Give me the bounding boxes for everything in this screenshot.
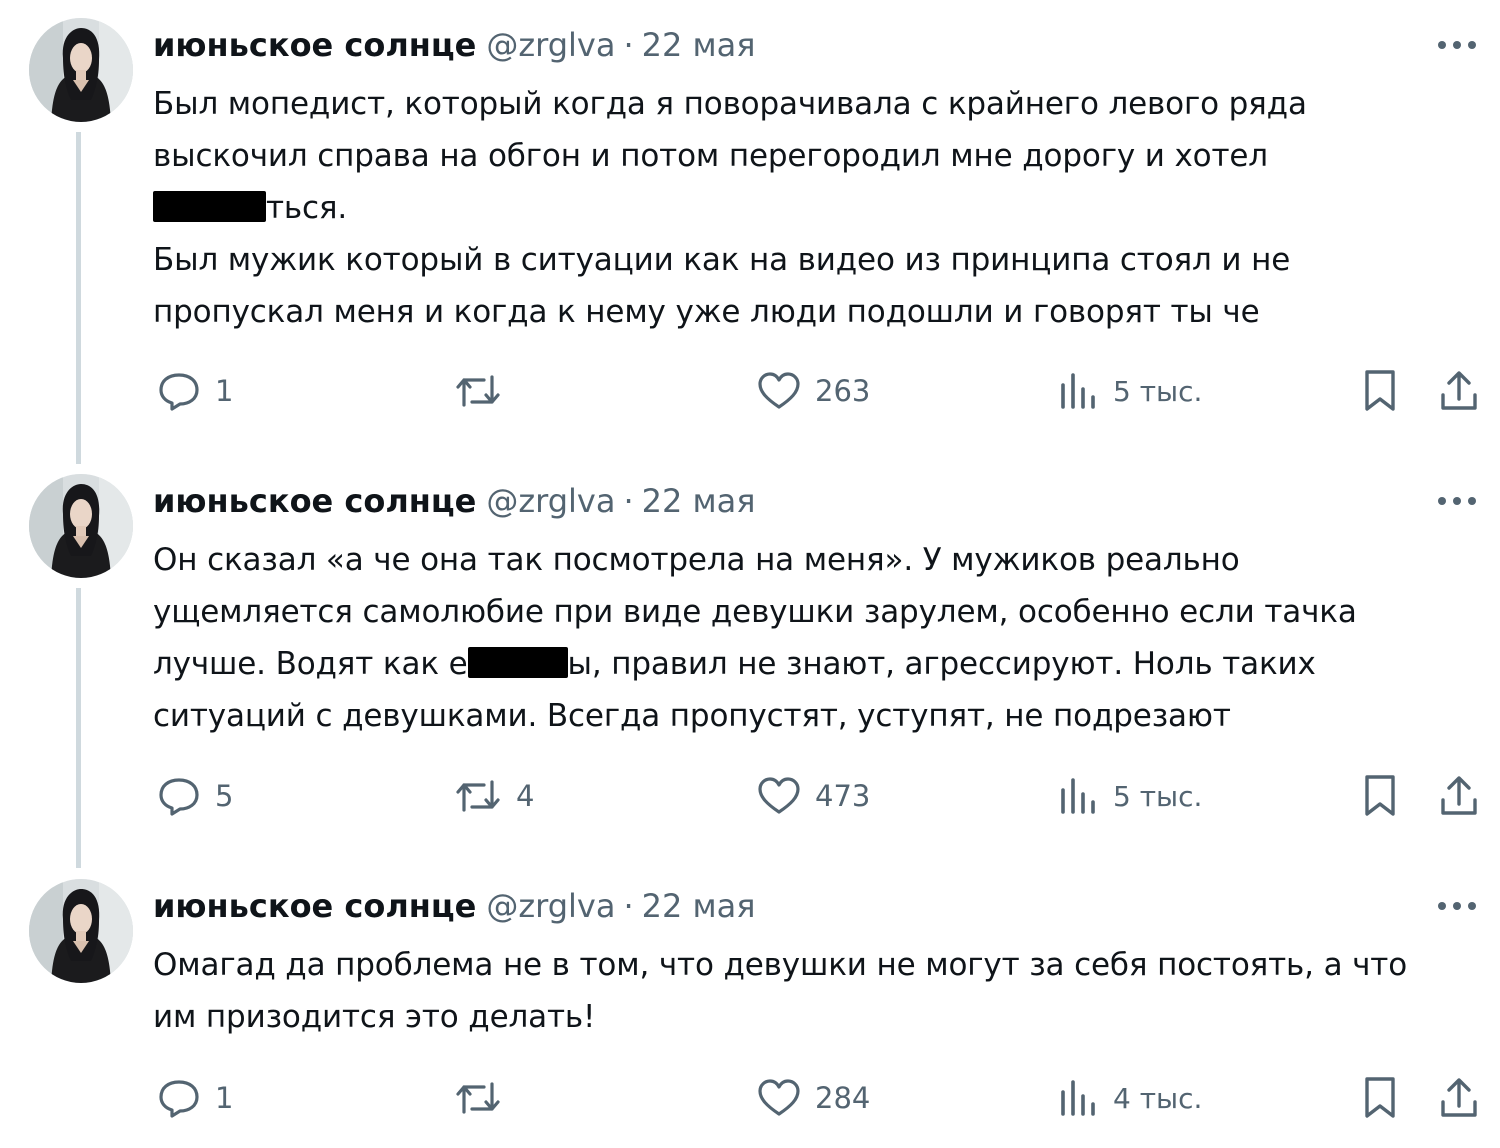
share-icon: [1441, 776, 1477, 815]
tweet-line: Он сказал «а че она так посмотрела на ме…: [153, 542, 1240, 578]
views-count: 5 тыс.: [1113, 779, 1203, 813]
censor-bar: [153, 191, 266, 222]
views-button[interactable]: 5 тыс.: [1059, 366, 1202, 416]
tweet-line: им призодится это делать!: [153, 999, 596, 1035]
tweet-header: июньское солнце @zrglva · 22 мая: [153, 480, 756, 522]
tweet-line: выскочил справа на обгон и потом перегор…: [153, 138, 1268, 174]
bookmark-icon: [1365, 775, 1395, 816]
like-icon: [758, 1079, 800, 1116]
bookmark-button[interactable]: [1362, 366, 1398, 416]
avatar-image: [29, 474, 133, 578]
repost-count: 4: [516, 779, 535, 813]
tweet[interactable]: июньское солнце @zrglva · 22 мая Он сказ…: [0, 456, 1500, 866]
like-button[interactable]: 263: [757, 366, 870, 416]
tweet[interactable]: июньское солнце @zrglva · 22 мая Омагад …: [0, 861, 1500, 1148]
like-button[interactable]: 284: [757, 1073, 870, 1123]
like-button[interactable]: 473: [757, 771, 870, 821]
tweet-actions: 1 263 5 тыс.: [0, 366, 1500, 416]
more-icon[interactable]: [1435, 488, 1479, 514]
tweet-text: Был мопедист, который когда я поворачива…: [153, 78, 1483, 338]
share-button[interactable]: [1438, 366, 1480, 416]
reply-button[interactable]: 1: [157, 366, 233, 416]
avatar[interactable]: [29, 474, 133, 578]
tweet-header: июньское солнце @zrglva · 22 мая: [153, 24, 756, 66]
tweet-line-text: ться.: [266, 190, 348, 226]
views-count: 5 тыс.: [1113, 374, 1203, 408]
reply-count: 1: [215, 1081, 234, 1115]
tweet-actions: 1 284 4 тыс.: [0, 1073, 1500, 1123]
tweet-line: ущемляется самолюбие при виде девушки за…: [153, 594, 1357, 630]
share-icon: [1441, 371, 1477, 410]
views-button[interactable]: 5 тыс.: [1059, 771, 1202, 821]
repost-button[interactable]: [454, 1073, 516, 1123]
reply-count: 1: [215, 374, 234, 408]
tweet-date[interactable]: 22 мая: [642, 24, 756, 66]
reply-icon: [159, 778, 199, 816]
bookmark-icon: [1365, 370, 1395, 411]
tweet-text: Омагад да проблема не в том, что девушки…: [153, 939, 1483, 1043]
avatar-image: [29, 18, 133, 122]
tweet-date[interactable]: 22 мая: [642, 885, 756, 927]
views-count: 4 тыс.: [1113, 1081, 1203, 1115]
author-handle[interactable]: @zrglva: [486, 24, 615, 66]
repost-icon: [456, 780, 500, 812]
views-button[interactable]: 4 тыс.: [1059, 1073, 1202, 1123]
separator-dot: ·: [623, 26, 634, 64]
repost-button[interactable]: 4: [454, 771, 534, 821]
tweet[interactable]: июньское солнце @zrglva · 22 мая Был моп…: [0, 0, 1500, 455]
tweet-text: Он сказал «а че она так посмотрела на ме…: [153, 534, 1483, 742]
tweet-line-text: ы, правил не знают, агрессируют. Ноль та…: [567, 646, 1316, 682]
share-button[interactable]: [1438, 1073, 1480, 1123]
views-icon: [1061, 778, 1095, 814]
tweet-line: ситуаций с девушками. Всегда пропустят, …: [153, 698, 1231, 734]
tweet-header: июньское солнце @zrglva · 22 мая: [153, 885, 756, 927]
more-icon[interactable]: [1435, 32, 1479, 58]
author-handle[interactable]: @zrglva: [486, 885, 615, 927]
censor-bar: [467, 647, 568, 678]
tweet-date[interactable]: 22 мая: [642, 480, 756, 522]
repost-icon: [456, 1082, 500, 1114]
tweet-line: пропускал меня и когда к нему уже люди п…: [153, 294, 1260, 330]
tweet-line: лучше. Водят как е ы, правил не знают, аг…: [153, 638, 1483, 690]
views-icon: [1061, 373, 1095, 409]
repost-button[interactable]: [454, 366, 516, 416]
avatar[interactable]: [29, 18, 133, 122]
reply-button[interactable]: 5: [157, 771, 233, 821]
tweet-line: ться.: [153, 182, 1483, 234]
reply-count: 5: [215, 779, 234, 813]
tweet-line-text: лучше. Водят как е: [153, 646, 468, 682]
repost-icon: [456, 375, 500, 407]
avatar[interactable]: [29, 879, 133, 983]
like-count: 473: [815, 779, 871, 813]
tweet-line: Был мужик который в ситуации как на виде…: [153, 242, 1291, 278]
avatar-image: [29, 879, 133, 983]
bookmark-button[interactable]: [1362, 1073, 1398, 1123]
reply-icon: [159, 373, 199, 411]
separator-dot: ·: [623, 887, 634, 925]
separator-dot: ·: [623, 482, 634, 520]
share-button[interactable]: [1438, 771, 1480, 821]
like-icon: [758, 372, 800, 409]
reply-icon: [159, 1080, 199, 1118]
author-handle[interactable]: @zrglva: [486, 480, 615, 522]
share-icon: [1441, 1078, 1477, 1117]
bookmark-icon: [1365, 1077, 1395, 1118]
tweet-line: Был мопедист, который когда я поворачива…: [153, 86, 1307, 122]
author-name[interactable]: июньское солнце: [153, 24, 476, 66]
like-count: 284: [815, 1081, 871, 1115]
like-count: 263: [815, 374, 871, 408]
views-icon: [1061, 1080, 1095, 1116]
tweet-line: Омагад да проблема не в том, что девушки…: [153, 947, 1408, 983]
tweet-actions: 5 4 473 5 тыс.: [0, 771, 1500, 821]
like-icon: [758, 777, 800, 814]
author-name[interactable]: июньское солнце: [153, 885, 476, 927]
more-icon[interactable]: [1435, 893, 1479, 919]
reply-button[interactable]: 1: [157, 1073, 233, 1123]
bookmark-button[interactable]: [1362, 771, 1398, 821]
author-name[interactable]: июньское солнце: [153, 480, 476, 522]
